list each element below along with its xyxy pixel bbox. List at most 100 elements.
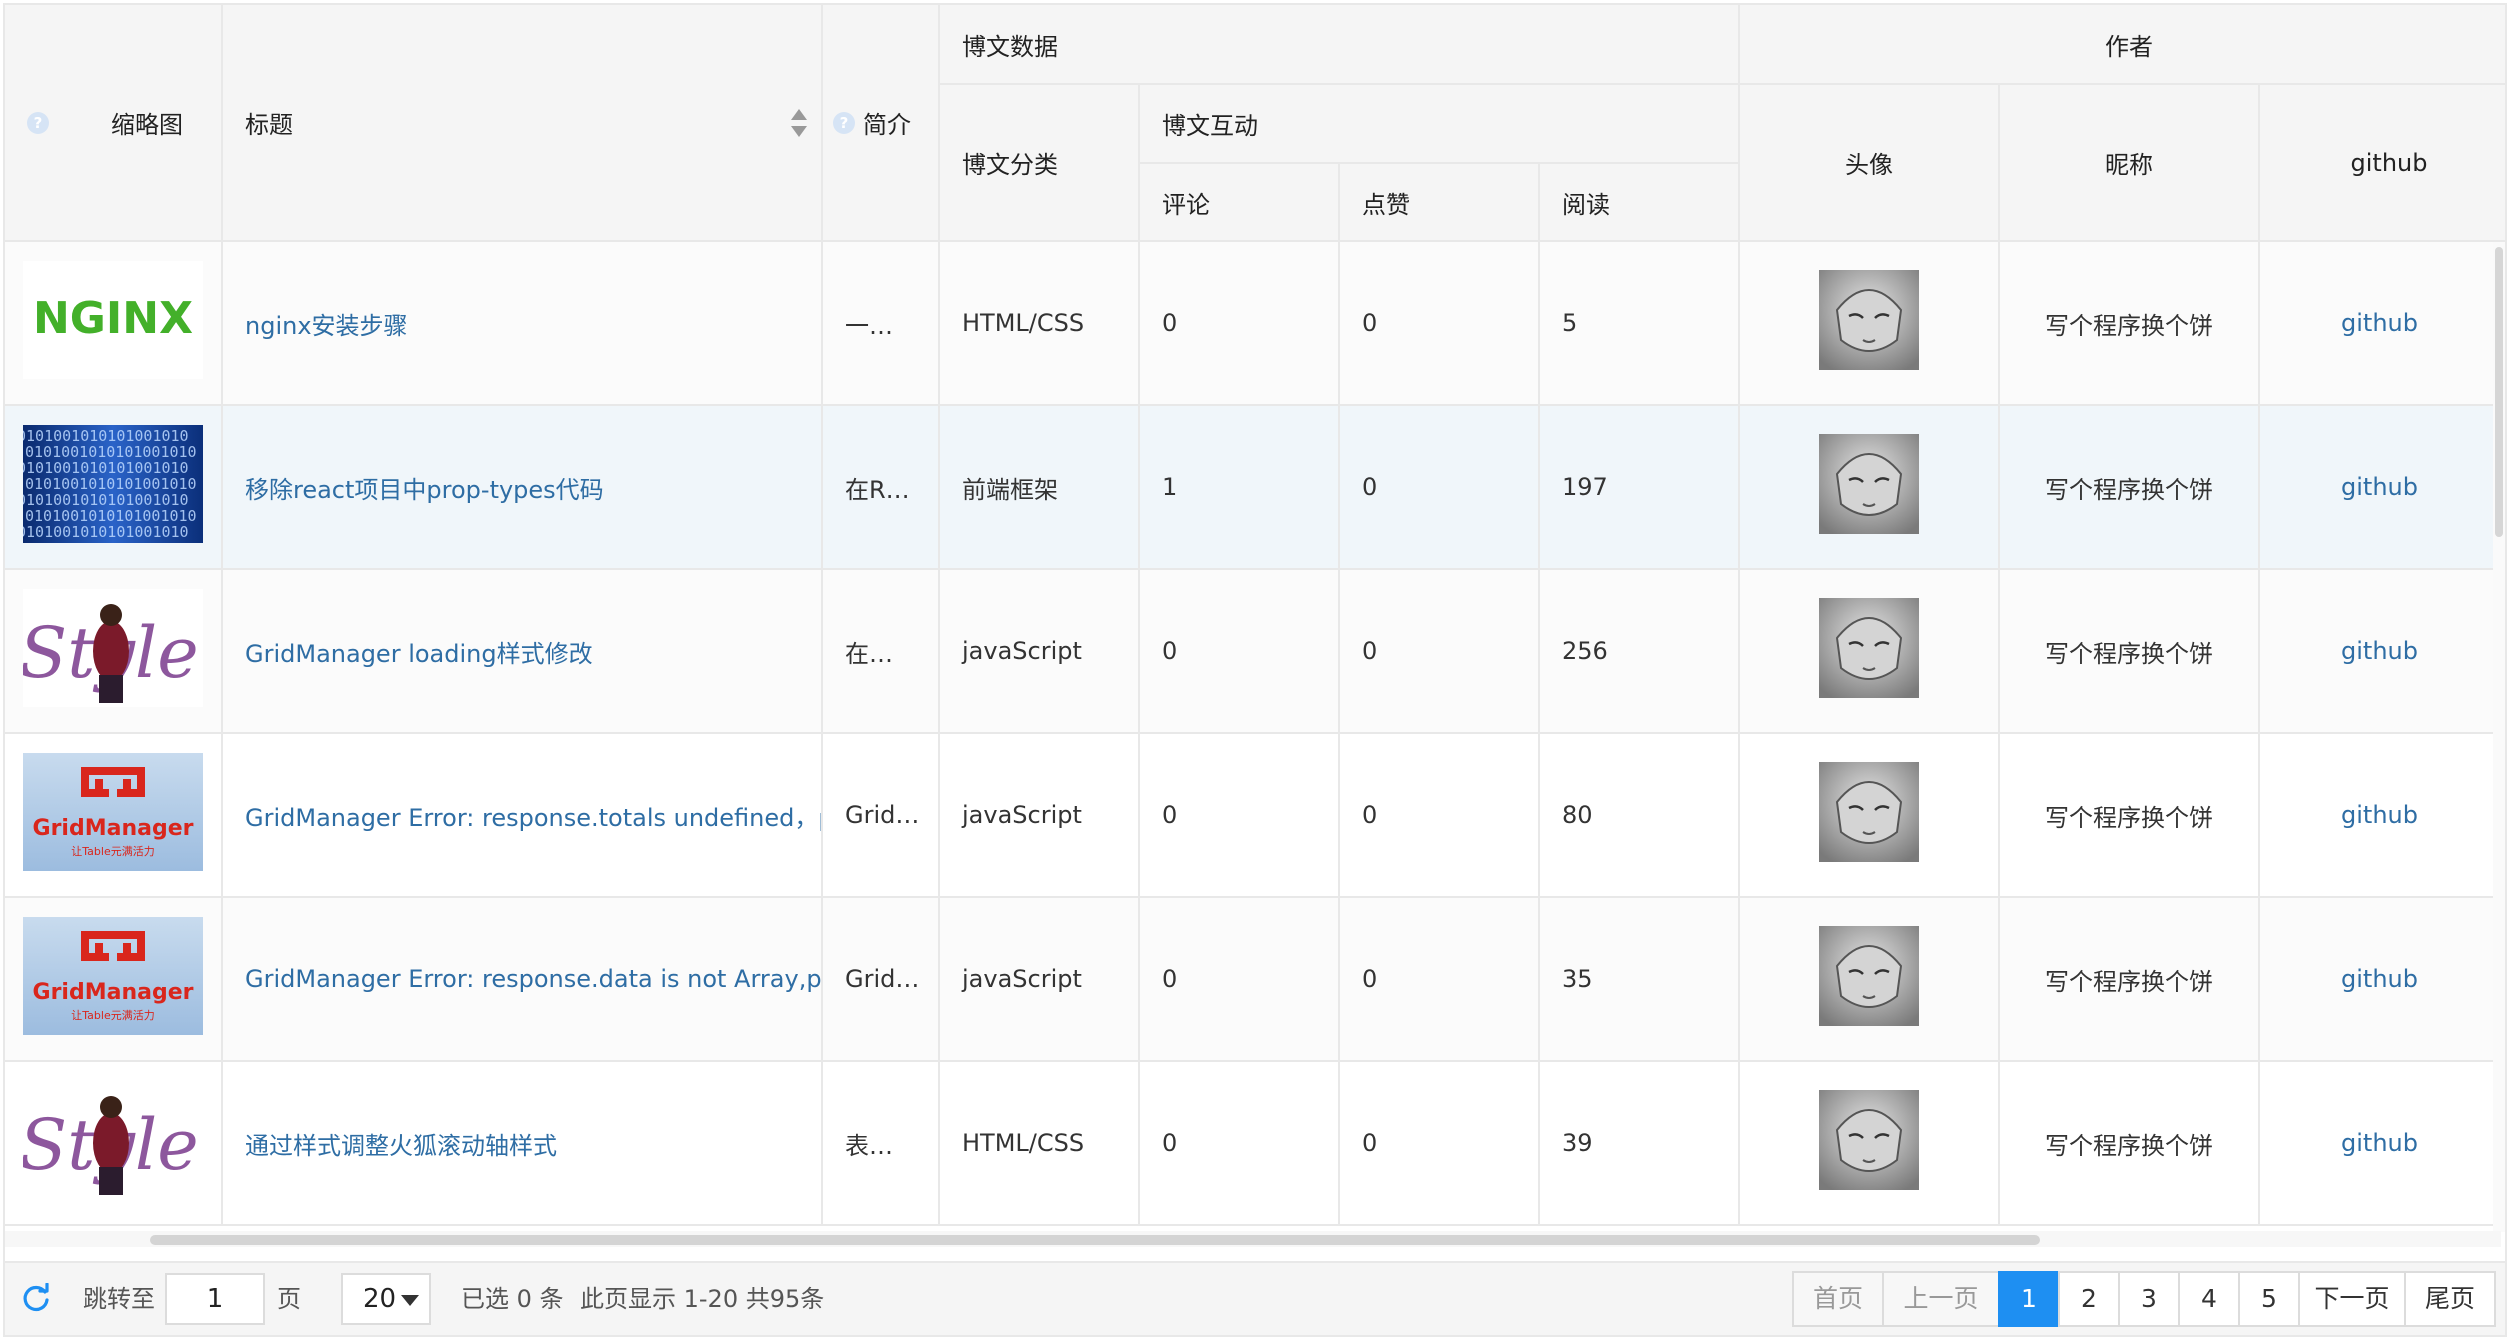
category-text: javaScript <box>962 801 1082 829</box>
table-row[interactable]: 0101001010101001010 0101001010101001010 01… <box>5 406 2501 570</box>
likes-text: 0 <box>1362 637 1378 665</box>
cell-thumb: GridManager 让Table元满活力 <box>5 734 223 898</box>
nickname-text: 写个程序换个饼 <box>2045 1131 2213 1160</box>
cell-category: javaScript <box>940 898 1140 1062</box>
col-header-title[interactable]: 标题 <box>223 5 823 242</box>
cell-likes: 0 <box>1340 898 1540 1062</box>
likes-text: 0 <box>1362 965 1378 993</box>
next-page-button[interactable]: 下一页 <box>2298 1271 2406 1327</box>
table-row[interactable]: GridManager 让Table元满活力 GridManager Error: … <box>5 734 2501 898</box>
col-header-summary: ? 简介 <box>823 5 940 242</box>
page-number-button[interactable]: 3 <box>2118 1271 2180 1327</box>
col-header-nickname-label: 昵称 <box>2105 151 2153 179</box>
cell-nickname: 写个程序换个饼 <box>2000 1062 2260 1226</box>
prev-page-button[interactable]: 上一页 <box>1882 1271 2000 1327</box>
cell-title: GridManager Error: response.totals undef… <box>223 734 823 898</box>
cell-summary: 一… <box>823 242 940 406</box>
github-link[interactable]: github <box>2341 801 2418 829</box>
table-row[interactable]: NGINX nginx安装步骤 一… HTML/CSS 0 0 5 写个程序换个饼 github <box>5 242 2501 406</box>
cell-likes: 0 <box>1340 242 1540 406</box>
title-link[interactable]: GridManager Error: response.totals undef… <box>245 798 821 833</box>
title-link[interactable]: 移除react项目中prop-types代码 <box>245 470 604 505</box>
title-link[interactable]: 通过样式调整火狐滚动轴样式 <box>245 1126 557 1161</box>
col-header-likes: 点赞 <box>1340 164 1540 242</box>
page-number-button[interactable]: 2 <box>2058 1271 2120 1327</box>
cell-reads: 80 <box>1540 734 1740 898</box>
cell-likes: 0 <box>1340 734 1540 898</box>
svg-text:让Table元满活力: 让Table元满活力 <box>71 1009 154 1022</box>
page-number-button[interactable]: 5 <box>2238 1271 2300 1327</box>
nickname-text: 写个程序换个饼 <box>2045 311 2213 340</box>
cell-avatar <box>1740 1062 2000 1226</box>
cell-likes: 0 <box>1340 406 1540 570</box>
likes-text: 0 <box>1362 309 1378 337</box>
cell-avatar <box>1740 406 2000 570</box>
cell-category: HTML/CSS <box>940 242 1140 406</box>
title-link[interactable]: nginx安装步骤 <box>245 306 408 341</box>
page-number-button[interactable]: 4 <box>2178 1271 2240 1327</box>
vertical-scrollbar-thumb[interactable] <box>2495 247 2503 537</box>
cell-avatar <box>1740 734 2000 898</box>
likes-text: 0 <box>1362 473 1378 501</box>
cell-reads: 39 <box>1540 1062 1740 1226</box>
reads-text: 35 <box>1562 965 1593 993</box>
cell-category: HTML/CSS <box>940 1062 1140 1226</box>
title-link[interactable]: GridManager Error: response.data is not … <box>245 965 821 993</box>
page-size-value: 20 <box>363 1284 397 1314</box>
table-row[interactable]: Style 通过样式调整火狐滚动轴样式 表… HTML/CSS 0 0 39 写个程序换个饼 g… <box>5 1062 2501 1226</box>
comments-text: 0 <box>1162 1129 1178 1157</box>
goto-page-input[interactable]: 1 <box>165 1273 265 1325</box>
github-link[interactable]: github <box>2341 473 2418 501</box>
sort-icon[interactable] <box>791 108 807 137</box>
category-text: 前端框架 <box>962 475 1058 504</box>
cell-nickname: 写个程序换个饼 <box>2000 242 2260 406</box>
comments-text: 0 <box>1162 637 1178 665</box>
comments-text: 0 <box>1162 309 1178 337</box>
table-row[interactable]: GridManager 让Table元满活力 GridManager Error: … <box>5 898 2501 1062</box>
page-unit-label: 页 <box>277 1285 301 1313</box>
page-size-select[interactable]: 20 <box>341 1273 431 1325</box>
thumbnail-image: 0101001010101001010 0101001010101001010 01… <box>17 425 203 549</box>
col-header-category-label: 博文分类 <box>962 151 1058 179</box>
cell-comments: 0 <box>1140 242 1340 406</box>
cell-reads: 35 <box>1540 898 1740 1062</box>
comments-text: 0 <box>1162 801 1178 829</box>
horizontal-scrollbar-thumb[interactable] <box>150 1235 2040 1245</box>
github-link[interactable]: github <box>2341 1129 2418 1157</box>
likes-text: 0 <box>1362 1129 1378 1157</box>
cell-comments: 0 <box>1140 1062 1340 1226</box>
last-page-button[interactable]: 尾页 <box>2404 1271 2496 1327</box>
cell-category: javaScript <box>940 734 1140 898</box>
github-link[interactable]: github <box>2341 637 2418 665</box>
thumbnail-image: NGINX <box>23 261 203 385</box>
github-link[interactable]: github <box>2341 309 2418 337</box>
category-text: HTML/CSS <box>962 309 1085 337</box>
col-header-comments-label: 评论 <box>1162 190 1210 219</box>
cell-category: 前端框架 <box>940 406 1140 570</box>
col-header-reads: 阅读 <box>1540 164 1740 242</box>
thumbnail-image: Style <box>19 589 203 713</box>
chevron-down-icon <box>401 1295 419 1306</box>
cell-github: github <box>2260 898 2501 1062</box>
cell-nickname: 写个程序换个饼 <box>2000 406 2260 570</box>
help-icon[interactable]: ? <box>27 111 49 134</box>
first-page-button[interactable]: 首页 <box>1792 1271 1884 1327</box>
thumbnail-image: Style <box>19 1081 203 1205</box>
thumbnail-image: GridManager 让Table元满活力 <box>23 753 203 877</box>
help-icon[interactable]: ? <box>833 111 855 134</box>
grid-footer: 跳转至 1 页 20 已选 0 条 此页显示 1-20 共95条 首页 上一页 … <box>5 1261 2505 1335</box>
cell-avatar <box>1740 242 2000 406</box>
table-body: NGINX nginx安装步骤 一… HTML/CSS 0 0 5 写个程序换个饼 github… <box>5 242 2501 1232</box>
cell-github: github <box>2260 734 2501 898</box>
github-link[interactable]: github <box>2341 965 2418 993</box>
cell-title: 移除react项目中prop-types代码 <box>223 406 823 570</box>
refresh-icon[interactable] <box>21 1283 51 1313</box>
selected-count: 已选 0 条 <box>461 1285 564 1313</box>
title-link[interactable]: GridManager loading样式修改 <box>245 634 593 669</box>
col-header-avatar: 头像 <box>1740 85 2000 242</box>
table-row[interactable]: Style GridManager loading样式修改 在… javaScript… <box>5 570 2501 734</box>
reads-text: 39 <box>1562 1129 1593 1157</box>
category-text: HTML/CSS <box>962 1129 1085 1157</box>
reads-text: 256 <box>1562 637 1608 665</box>
page-number-button[interactable]: 1 <box>1998 1271 2060 1327</box>
